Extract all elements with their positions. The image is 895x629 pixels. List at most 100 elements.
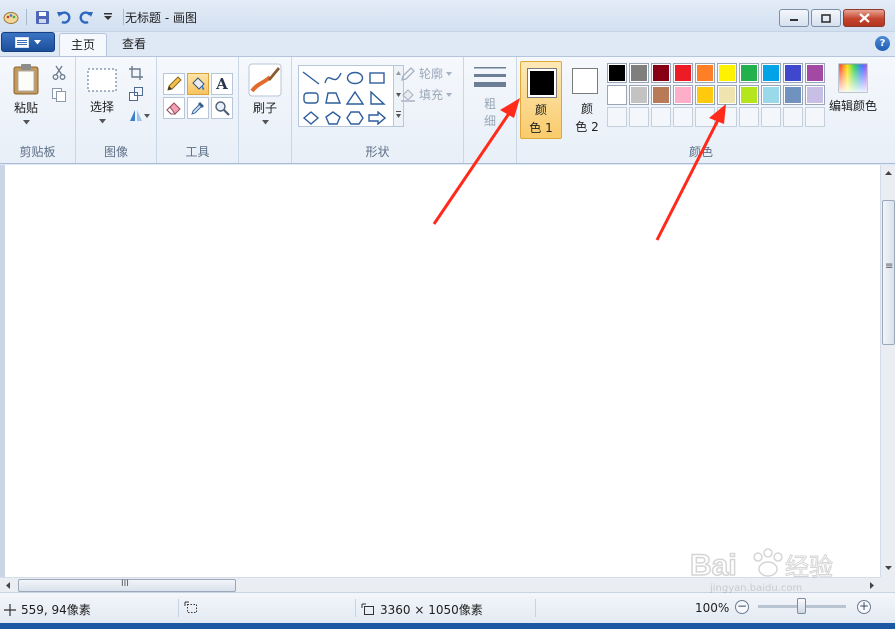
crop-icon[interactable]	[128, 65, 144, 81]
paint-menu-button[interactable]	[1, 32, 55, 52]
oval-shape[interactable]	[345, 68, 365, 87]
palette-swatch-empty[interactable]	[673, 107, 693, 127]
zoom-in-button[interactable]: +	[857, 600, 871, 614]
maximize-button[interactable]	[811, 9, 841, 27]
zoom-slider-thumb[interactable]	[797, 598, 806, 614]
vertical-scrollbar[interactable]: ≡	[880, 165, 895, 577]
palette-swatch[interactable]	[783, 85, 803, 105]
size-button[interactable]: 粗 细	[472, 65, 508, 129]
fill-button[interactable]: 填充	[400, 86, 453, 103]
palette-swatch-empty[interactable]	[607, 107, 627, 127]
scroll-down-icon[interactable]	[882, 563, 895, 573]
fill-tool[interactable]	[187, 73, 209, 95]
image-size-text: 3360 × 1050像素	[380, 603, 483, 617]
palette-swatch[interactable]	[607, 63, 627, 83]
eyedropper-icon	[191, 102, 204, 115]
rectangle-shape[interactable]	[367, 68, 387, 87]
palette-swatch[interactable]	[805, 85, 825, 105]
svg-text:Bai: Bai	[690, 549, 737, 582]
minimize-button[interactable]	[779, 9, 809, 27]
pencil-tool[interactable]	[163, 73, 185, 95]
close-button[interactable]	[843, 9, 885, 27]
palette-swatch[interactable]	[717, 63, 737, 83]
palette-swatch[interactable]	[651, 85, 671, 105]
palette-swatch[interactable]	[783, 63, 803, 83]
line-shape[interactable]	[301, 68, 321, 87]
palette-swatch-empty[interactable]	[783, 107, 803, 127]
edit-colors-button[interactable]: 编辑颜色	[827, 63, 879, 114]
palette-swatch[interactable]	[805, 63, 825, 83]
pentagon-shape[interactable]	[323, 108, 343, 127]
cut-icon[interactable]	[51, 65, 67, 81]
palette-swatch-empty[interactable]	[695, 107, 715, 127]
curve-shape[interactable]	[323, 68, 343, 87]
paint-app-icon[interactable]	[2, 8, 20, 26]
tab-home[interactable]: 主页	[59, 33, 108, 56]
size-label-top: 粗	[483, 97, 496, 111]
palette-swatch[interactable]	[717, 85, 737, 105]
rounded-rectangle-shape[interactable]	[301, 88, 321, 107]
arrow-shape[interactable]	[367, 108, 387, 127]
drawing-canvas[interactable]	[5, 165, 880, 577]
scroll-left-icon[interactable]	[3, 579, 13, 592]
customize-qat-icon[interactable]	[99, 8, 117, 26]
color1-button[interactable]: 颜 色 1	[520, 61, 562, 139]
diamond-shape[interactable]	[301, 108, 321, 127]
scroll-up-icon[interactable]	[882, 168, 895, 178]
scroll-right-icon[interactable]	[867, 579, 877, 592]
palette-swatch[interactable]	[673, 85, 693, 105]
palette-swatch[interactable]	[739, 85, 759, 105]
paste-button[interactable]: 粘贴	[8, 63, 44, 125]
color1-swatch	[527, 68, 557, 98]
triangle-shape[interactable]	[345, 88, 365, 107]
rotate-icon[interactable]	[128, 107, 150, 123]
zoom-out-button[interactable]: −	[735, 600, 749, 614]
vertical-grip: ≡	[885, 261, 894, 272]
group-label-image: 图像	[103, 145, 128, 159]
eraser-tool[interactable]	[163, 97, 185, 119]
copy-icon[interactable]	[51, 87, 67, 103]
color2-button[interactable]: 颜 色 2	[566, 61, 608, 139]
redo-icon[interactable]	[77, 8, 95, 26]
right-triangle-shape[interactable]	[367, 88, 387, 107]
palette-swatch-empty[interactable]	[629, 107, 649, 127]
magnifier-tool[interactable]	[211, 97, 233, 119]
text-tool[interactable]: A	[211, 73, 233, 95]
palette-swatch-empty[interactable]	[739, 107, 759, 127]
palette-swatch[interactable]	[673, 63, 693, 83]
chevron-down-icon	[261, 120, 269, 125]
undo-icon[interactable]	[55, 8, 73, 26]
cursor-position: 559, 94像素	[4, 601, 91, 618]
palette-swatch[interactable]	[607, 85, 627, 105]
polygon-shape[interactable]	[323, 88, 343, 107]
select-button[interactable]: 选择	[84, 67, 120, 124]
tab-view[interactable]: 查看	[111, 33, 157, 56]
palette-swatch[interactable]	[629, 85, 649, 105]
save-icon[interactable]	[33, 8, 51, 26]
paint-bucket-icon	[192, 77, 205, 90]
palette-swatch[interactable]	[761, 63, 781, 83]
color-picker-tool[interactable]	[187, 97, 209, 119]
resize-icon[interactable]	[128, 86, 144, 102]
brushes-button[interactable]: 刷子	[248, 63, 282, 125]
hexagon-shape[interactable]	[345, 108, 365, 127]
group-label-shapes: 形状	[365, 145, 390, 159]
vertical-scroll-thumb[interactable]: ≡	[882, 200, 895, 345]
palette-swatch[interactable]	[739, 63, 759, 83]
palette-swatch-empty[interactable]	[717, 107, 737, 127]
horizontal-scroll-thumb[interactable]: III	[18, 579, 236, 592]
right-triangle-icon	[370, 90, 386, 105]
palette-swatch[interactable]	[629, 63, 649, 83]
palette-swatch[interactable]	[651, 63, 671, 83]
palette-swatch-empty[interactable]	[651, 107, 671, 127]
palette-swatch-empty[interactable]	[761, 107, 781, 127]
outline-label: 轮廓	[419, 67, 444, 81]
palette-swatch-empty[interactable]	[805, 107, 825, 127]
outline-button[interactable]: 轮廓	[400, 65, 453, 82]
arrow-right-icon	[368, 110, 386, 125]
help-icon[interactable]: ?	[875, 36, 890, 51]
palette-swatch[interactable]	[695, 63, 715, 83]
palette-swatch[interactable]	[695, 85, 715, 105]
palette-swatch[interactable]	[761, 85, 781, 105]
fill-bucket-icon	[401, 88, 415, 102]
